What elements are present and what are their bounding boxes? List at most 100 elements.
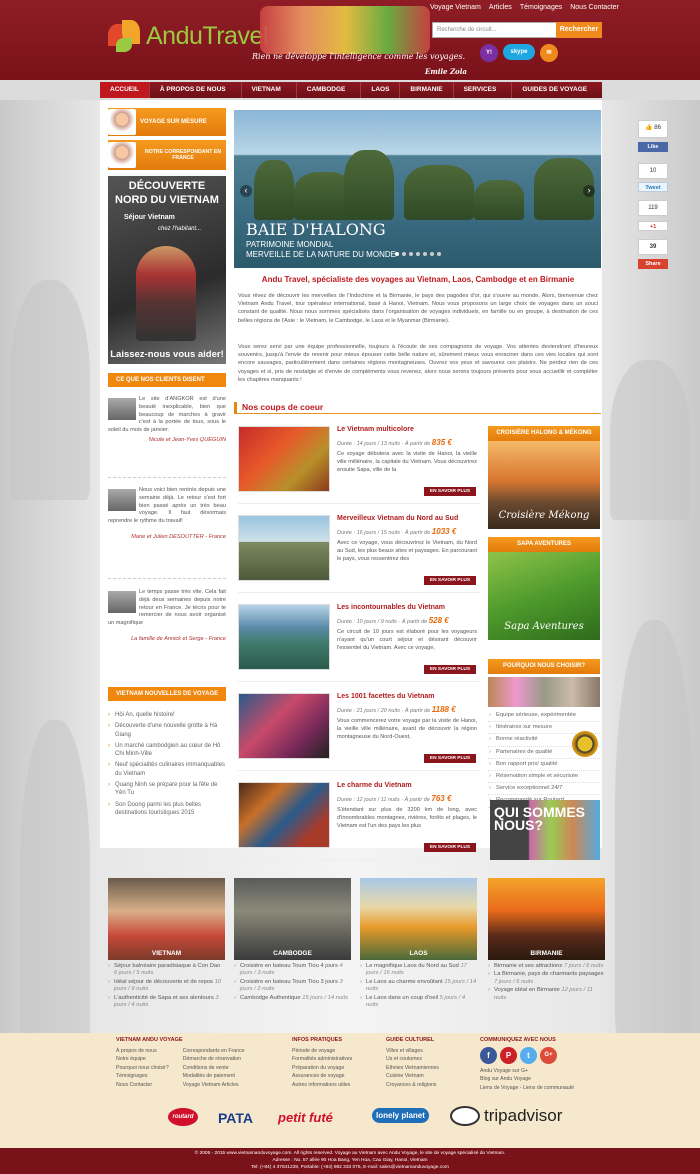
tour-title[interactable]: Le Vietnam multicolore [337,426,414,433]
region-tour-link[interactable]: Croisière en bateau Toum Tiou 4 jours 4 … [234,963,351,978]
footer-link[interactable]: Autres informations utiles [292,1081,352,1089]
news-item[interactable]: Hội An, quelle histoire! [108,711,226,720]
tweet-button[interactable]: Tweet [638,182,668,192]
sapa-box[interactable]: SAPA AVENTURES Sapa Aventures [488,537,600,640]
testimonial-2[interactable]: Nous voici bien rentrés depuis une semai… [108,487,226,542]
tour-photo[interactable] [238,604,330,670]
footer-link[interactable]: Démarche de réservation [183,1055,245,1063]
footer-link[interactable]: Nous Contacter [116,1081,169,1089]
footer-link[interactable]: Période de voyage [292,1047,352,1055]
lonely-planet-logo[interactable]: lonely planet [372,1108,429,1123]
pata-logo[interactable]: PATA [218,1110,253,1126]
news-item[interactable]: Quang Ninh se prépare pour la fête de Yê… [108,781,226,798]
hero-slider[interactable]: ‹ › BAIE D'HALONG PATRIMOINE MONDIAL MER… [234,110,601,268]
slider-prev-icon[interactable]: ‹ [240,185,252,197]
region-photo[interactable]: LAOS [360,878,477,960]
mail-icon[interactable]: ✉ [540,44,558,62]
toplink-temoignages[interactable]: Témoignages [520,4,562,11]
news-item[interactable]: Découverte d'une nouvelle grotte à Hà Gi… [108,722,226,739]
tour-title[interactable]: Les incontournables du Vietnam [337,604,445,611]
en-savoir-plus-button[interactable]: EN SAVOIR PLUS [424,843,476,852]
nav-birmanie[interactable]: BIRMANIE [400,82,454,98]
facebook-like-button[interactable]: Like [638,142,668,152]
footer-link[interactable]: Assurances de voyage [292,1072,352,1080]
footer-link[interactable]: Voyage Vietnam Articles [183,1081,245,1089]
slider-dot[interactable] [430,252,434,256]
footer-link[interactable]: Pourquoi nous choisir? [116,1064,169,1072]
tour-title[interactable]: Le charme du Vietnam [337,782,412,789]
region-tour-link[interactable]: Le magnifique Laos du Nord au Sud 17 jou… [360,963,477,978]
nav-a-propos[interactable]: À PROPOS DE NOUS ▾ [150,82,242,109]
region-tour-link[interactable]: Séjour balnéaire paradisiaque à Con Dao … [108,963,225,978]
region-photo[interactable]: VIETNAM [108,878,225,960]
footer-link[interactable]: Formalités administratives [292,1055,352,1063]
region-tour-link[interactable]: La Birmanie, pays de charmants paysages … [488,971,605,986]
routard-logo[interactable]: routard [168,1108,198,1126]
news-item[interactable]: Un marché cambodgien au cœur de Hô Chi M… [108,742,226,759]
region-tour-link[interactable]: L'authenticité de Sapa et ses alentours … [108,995,225,1010]
en-savoir-plus-button[interactable]: EN SAVOIR PLUS [424,487,476,496]
promo-nord-vietnam[interactable]: DÉCOUVERTE NORD DU VIETNAM Séjour Vietna… [108,176,226,364]
pinterest-icon[interactable]: P [500,1047,517,1064]
toplink-voyage-vietnam[interactable]: Voyage Vietnam [430,4,481,11]
slider-dot[interactable] [423,252,427,256]
en-savoir-plus-button[interactable]: EN SAVOIR PLUS [424,665,476,674]
tripadvisor-logo[interactable]: tripadvisor [484,1106,562,1126]
region-tour-link[interactable]: Cambodge Authentique 15 jours / 14 nuits [234,995,351,1003]
footer-link[interactable]: Cuisine Vietnam [386,1072,439,1080]
footer-link[interactable]: À propos de nous [116,1047,169,1055]
slider-dot[interactable] [402,252,406,256]
testimonial-1[interactable]: Le site d'ANGKOR est d'une beauté inexpl… [108,396,226,445]
yahoo-icon[interactable]: Y! [480,44,498,62]
toplink-contact[interactable]: Nous Contacter [570,4,619,11]
footer-link[interactable]: Andu Voyage sur G+ [480,1067,574,1075]
tour-photo[interactable] [238,426,330,492]
search-button[interactable]: Rechercher [556,22,602,38]
footer-link[interactable]: Conditions de vente [183,1064,245,1072]
slider-next-icon[interactable]: › [583,185,595,197]
nav-laos[interactable]: LAOS [361,82,401,98]
footer-link[interactable]: Modalités de paiement [183,1072,245,1080]
tour-photo[interactable] [238,782,330,848]
news-item[interactable]: Son Doong parmi les plus belles destinat… [108,801,226,818]
tour-photo[interactable] [238,693,330,759]
site-logo[interactable]: AnduTravel [106,16,268,56]
slider-dot[interactable] [409,252,413,256]
footer-link[interactable]: Us et coutumes [386,1055,439,1063]
gplus-button[interactable]: +1 [638,221,668,231]
footer-link[interactable]: Croyances & religions [386,1081,439,1089]
footer-link[interactable]: Liens de Voyage - Liens de communauté [480,1084,574,1092]
skype-icon[interactable]: skype [503,44,535,60]
footer-link[interactable]: Témoignages [116,1072,169,1080]
en-savoir-plus-button[interactable]: EN SAVOIR PLUS [424,754,476,763]
twitter-icon[interactable]: t [520,1047,537,1064]
slider-dot[interactable] [437,252,441,256]
footer-link[interactable]: Correspondants en France [183,1047,245,1055]
nav-services[interactable]: SERVICES ▾ [454,82,513,109]
slider-dot[interactable] [395,252,399,256]
region-photo[interactable]: BIRMANIE [488,878,605,960]
correspondant-france-button[interactable]: NOTRE CORRESPONDANT EN FRANCE [108,140,226,170]
region-tour-link[interactable]: Voyage idéal en Birmanie 12 jours / 11 n… [488,987,605,1002]
region-tour-link[interactable]: Le Laos au charme envoûtant 15 jours / 1… [360,979,477,994]
nav-guides[interactable]: GUIDES DE VOYAGE ▾ [512,82,602,109]
share-button[interactable]: Share [638,259,668,269]
tour-photo[interactable] [238,515,330,581]
footer-link[interactable]: Préparation du voyage [292,1064,352,1072]
footer-link[interactable]: Ethnies Vietnamiennes [386,1064,439,1072]
toplink-articles[interactable]: Articles [489,4,512,11]
region-tour-link[interactable]: Croisière en bateau Toum Tiou 3 jours 3 … [234,979,351,994]
footer-link[interactable]: Villes et villages [386,1047,439,1055]
news-item[interactable]: Neuf spécialités culinaires immanquables… [108,761,226,778]
testimonial-3[interactable]: Le temps passe très vite. Cela fait déjà… [108,589,226,644]
petit-fute-logo[interactable]: petit futé [278,1110,333,1125]
facebook-icon[interactable]: f [480,1047,497,1064]
en-savoir-plus-button[interactable]: EN SAVOIR PLUS [424,576,476,585]
region-tour-link[interactable]: Birmanie et ses attractions 7 jours / 6 … [488,963,605,971]
nav-accueil[interactable]: ACCUEIL [100,82,150,98]
voyage-sur-mesure-button[interactable]: VOYAGE SUR MESURE [108,108,226,136]
search-input[interactable]: Recherche de circuit... [432,22,557,38]
google-plus-icon[interactable]: G+ [540,1047,557,1064]
qui-sommes-nous-banner[interactable]: QUI SOMMES NOUS? [490,800,600,860]
region-tour-link[interactable]: Idéal séjour de découverte et de repos 1… [108,979,225,994]
